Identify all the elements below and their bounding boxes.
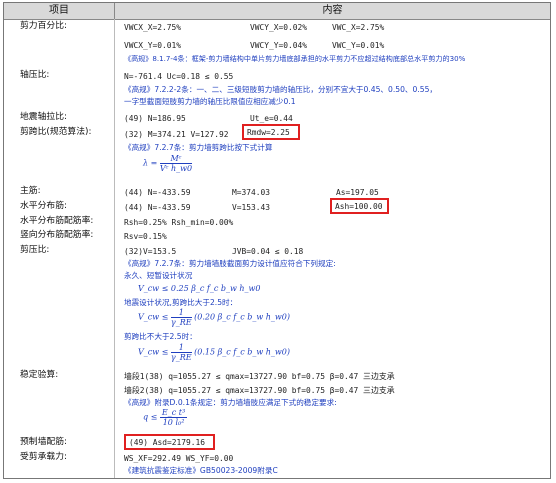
horiz-ratio-value: Rsh=0.25% Rsh_min=0.00% — [124, 218, 234, 227]
vwc-y: VWC_Y=0.01% — [332, 41, 385, 50]
shear-pressure-note: 《高规》7.2.7条：剪力墙墙肢截面剪力设计值应符合下列规定: — [124, 259, 336, 268]
main-bar-right: As=197.05 — [336, 188, 379, 197]
f2-one: 1 — [170, 308, 192, 318]
label-horiz-ratio: 水平分布筋配筋率: — [20, 216, 94, 226]
label-shear-pct: 剪力百分比: — [20, 21, 67, 31]
label-horiz-bar: 水平分布筋: — [20, 201, 67, 211]
ash-value: Ash=100.00 — [335, 202, 383, 211]
shear-pct-note: 《高规》8.1.7-4条：框架-剪力墙结构中单片剪力墙底部承担的水平剪力不应超过… — [124, 54, 466, 63]
lambda-num: Mᶜ — [159, 154, 193, 164]
case-seismic-gt: 地震设计状况,剪跨比大于2.5时： — [124, 298, 238, 307]
f2-fraction: 1 γ_RE — [170, 308, 192, 327]
axial-note-1: 《高规》7.2.2-2条：一、二、三级短肢剪力墙的轴压比，分别不宜大于0.45、… — [124, 85, 438, 94]
formula-2: V_cw ≤ 1 γ_RE (0.20 β_c f_c b_w h_w0) — [138, 308, 290, 327]
q-pre: q ≤ — [143, 412, 158, 422]
wall-design-table: 项目 内容 剪力百分比: VWCX_X=2.75% VWCY_X=0.02% V… — [3, 2, 551, 479]
f3-pre: V_cw ≤ — [138, 347, 169, 357]
label-seismic-tension: 地震轴拉比: — [20, 112, 67, 122]
shear-capacity-value: WS_XF=292.49 WS_YF=0.00 — [124, 454, 234, 463]
lambda-fraction: Mᶜ Vᶜ h_w0 — [159, 154, 193, 173]
axial-note-2: 一字型截面短肢剪力墙的轴压比限值应相应减少0.1 — [124, 97, 296, 106]
label-main-bar: 主筋: — [20, 186, 41, 196]
case-persistent: 永久、短暂设计状况 — [124, 271, 193, 280]
vwcx-y: VWCX_Y=0.01% — [124, 41, 182, 50]
label-preset: 预制墙配筋: — [20, 437, 67, 447]
f3-post: (0.15 β_c f_c b_w h_w0) — [194, 347, 290, 357]
horiz-bar-mid: V=153.43 — [232, 203, 271, 212]
vert-ratio-value: Rsv=0.15% — [124, 232, 167, 241]
label-shear-capacity: 受剪承载力: — [20, 452, 67, 462]
vwcx-x: VWCX_X=2.75% — [124, 23, 182, 32]
label-shear-pressure: 剪压比: — [20, 245, 50, 255]
main-bar-mid: M=374.03 — [232, 188, 271, 197]
f2-pre: V_cw ≤ — [138, 312, 169, 322]
stability-note: 《高规》附录D.0.1条规定：剪力墙墙肢应满足下式的稳定要求: — [124, 398, 337, 407]
stability-line-2: 墙段2(38) q=1055.27 ≤ qmax=13727.90 bf=0.7… — [124, 386, 395, 395]
table-header: 项目 内容 — [4, 3, 550, 20]
q-formula: q ≤ E_c t³ 10 l₀² — [143, 408, 188, 427]
q-fraction: E_c t³ 10 l₀² — [159, 408, 188, 427]
formula-1: V_cw ≤ 0.25 β_c f_c b_w h_w0 — [138, 284, 261, 293]
lambda-eq: λ = — [143, 158, 158, 168]
label-stability: 稳定验算: — [20, 370, 59, 380]
label-axial: 轴压比: — [20, 70, 50, 80]
shear-span-note: 《高规》7.2.7条：剪力墙剪跨比按下式计算 — [124, 143, 273, 152]
shear-pressure-right: JVB=0.04 ≤ 0.18 — [232, 247, 304, 256]
vwcy-x: VWCY_X=0.02% — [250, 23, 308, 32]
label-shear-span: 剪跨比(规范算法): — [20, 127, 92, 137]
main-bar-left: (44) N=-433.59 — [124, 188, 191, 197]
vwcy-y: VWCY_Y=0.04% — [250, 41, 308, 50]
formula-3: V_cw ≤ 1 γ_RE (0.15 β_c f_c b_w h_w0) — [138, 343, 290, 362]
lambda-formula: λ = Mᶜ Vᶜ h_w0 — [143, 154, 193, 173]
lambda-den: Vᶜ h_w0 — [159, 164, 193, 173]
header-item: 项目 — [4, 3, 115, 19]
seismic-tension-right: Ut_e=0.44 — [250, 114, 293, 123]
rmdw-value: Rmdw=2.25 — [247, 128, 290, 137]
case-seismic-le: 剪跨比不大于2.5时： — [124, 332, 197, 341]
shear-pressure-left: (32)V=153.5 — [124, 247, 177, 256]
header-content: 内容 — [322, 5, 343, 16]
axial-values: N=-761.4 Uc=0.18 ≤ 0.55 — [124, 72, 234, 81]
stability-line-1: 墙段1(38) q=1055.27 ≤ qmax=13727.90 bf=0.7… — [124, 372, 395, 381]
preset-value: (49) Asd=2179.16 — [129, 438, 206, 447]
seismic-tension-left: (49) N=186.95 — [124, 114, 186, 123]
q-num: E_c t³ — [159, 408, 188, 418]
horiz-bar-left: (44) N=-433.59 — [124, 203, 191, 212]
f3-fraction: 1 γ_RE — [170, 343, 192, 362]
label-vert-ratio: 竖向分布筋配筋率: — [20, 230, 94, 240]
shear-capacity-note: 《建筑抗震鉴定标准》GB50023-2009附录C — [124, 466, 278, 475]
q-den: 10 l₀² — [162, 418, 185, 427]
column-divider — [114, 19, 115, 478]
vwc-x: VWC_X=2.75% — [332, 23, 385, 32]
f2-post: (0.20 β_c f_c b_w h_w0) — [194, 312, 290, 322]
f3-one: 1 — [170, 343, 192, 353]
f3-gamma: γ_RE — [170, 353, 192, 362]
f2-gamma: γ_RE — [170, 318, 192, 327]
shear-span-values: (32) M=374.21 V=127.92 — [124, 130, 229, 139]
